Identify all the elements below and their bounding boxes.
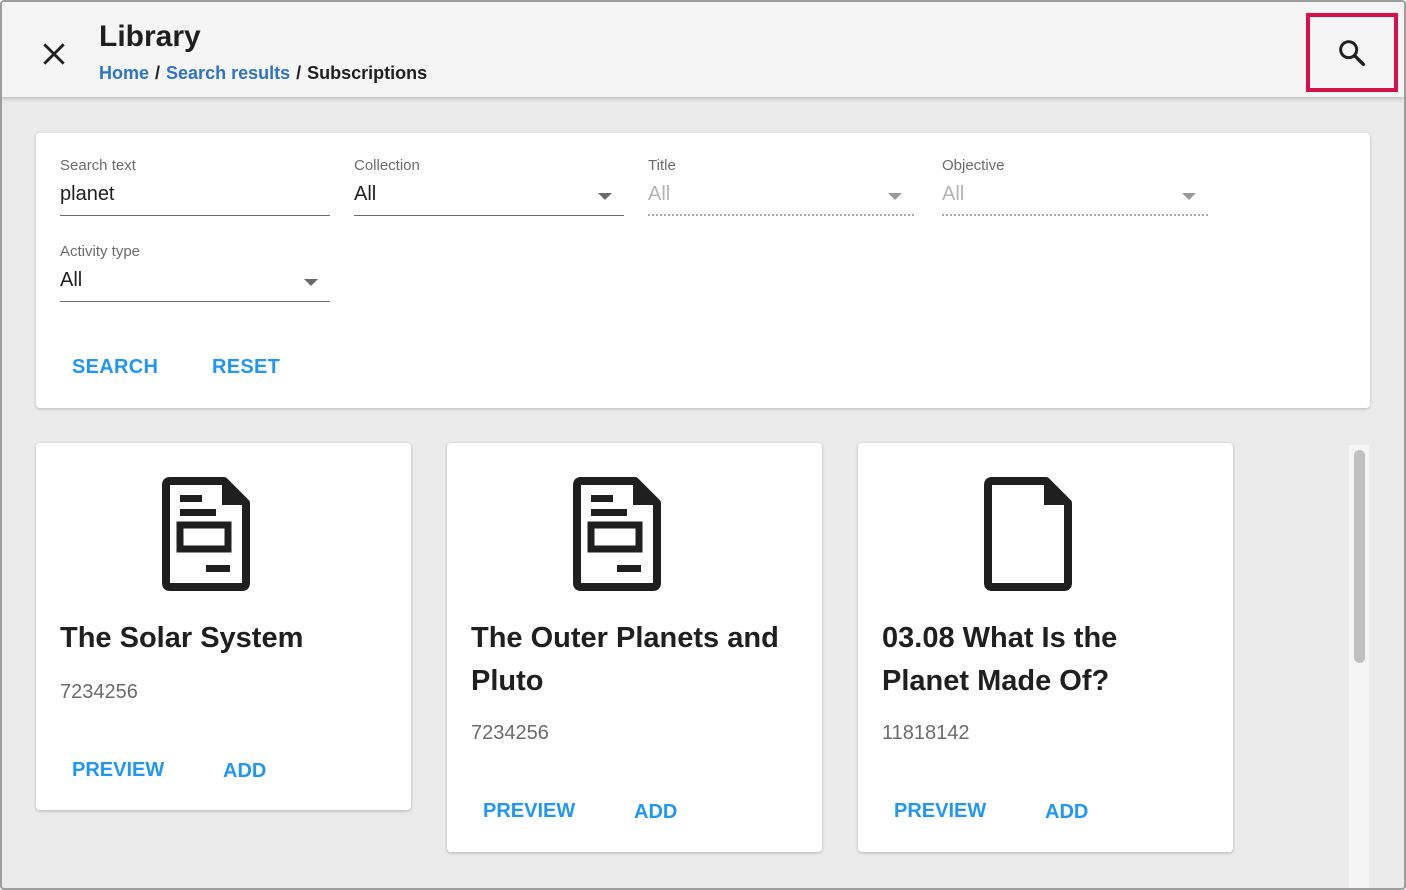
add-button[interactable]: ADD	[223, 760, 266, 783]
result-title[interactable]: The Solar System	[60, 617, 390, 660]
collection-value: All	[354, 183, 377, 205]
collection-label: Collection	[354, 157, 420, 174]
title-field: Title All	[648, 157, 914, 216]
search-text-label: Search text	[60, 157, 136, 174]
activity-type-select[interactable]: All	[60, 268, 330, 302]
search-icon	[1339, 39, 1366, 66]
preview-button[interactable]: PREVIEW	[894, 800, 986, 823]
add-button[interactable]: ADD	[634, 801, 677, 824]
result-id: 11818142	[882, 722, 970, 744]
breadcrumb-search-results-link[interactable]: Search results	[166, 63, 290, 84]
title-select: All	[648, 182, 914, 216]
preview-button[interactable]: PREVIEW	[72, 759, 164, 782]
dropdown-arrow-icon	[598, 193, 612, 200]
objective-value: All	[942, 183, 965, 205]
search-submit-button[interactable]: SEARCH	[72, 356, 158, 379]
activity-type-label: Activity type	[60, 243, 141, 260]
collection-field: Collection All	[354, 157, 624, 216]
dropdown-arrow-icon	[304, 279, 318, 286]
close-button[interactable]	[32, 32, 76, 76]
result-card: The Solar System 7234256 PREVIEW ADD	[36, 443, 411, 810]
add-button[interactable]: ADD	[1045, 801, 1088, 824]
top-app-bar: Library Home / Search results / Subscrip…	[2, 2, 1404, 98]
title-value: All	[648, 183, 671, 205]
document-lines-icon	[162, 477, 250, 591]
objective-select: All	[942, 182, 1208, 216]
result-id: 7234256	[471, 722, 549, 744]
objective-label: Objective	[942, 157, 1005, 174]
result-title[interactable]: 03.08 What Is the Planet Made Of?	[882, 617, 1212, 703]
activity-type-value: All	[60, 269, 83, 291]
result-card: 03.08 What Is the Planet Made Of? 118181…	[858, 443, 1233, 852]
library-window: Library Home / Search results / Subscrip…	[0, 0, 1406, 890]
result-title[interactable]: The Outer Planets and Pluto	[471, 617, 801, 703]
scrollbar-thumb[interactable]	[1354, 450, 1365, 663]
close-icon	[43, 43, 65, 65]
dropdown-arrow-icon	[1182, 193, 1196, 200]
activity-type-field: Activity type All	[60, 243, 330, 302]
reset-button[interactable]: RESET	[212, 356, 280, 379]
document-lines-icon	[573, 477, 661, 591]
objective-field: Objective All	[942, 157, 1208, 216]
search-text-field: Search text planet	[60, 157, 330, 216]
breadcrumb-home-link[interactable]: Home	[99, 63, 149, 84]
breadcrumb-separator: /	[155, 63, 161, 83]
breadcrumb: Home / Search results / Subscriptions	[99, 63, 427, 84]
document-blank-icon	[984, 477, 1072, 591]
result-card: The Outer Planets and Pluto 7234256 PREV…	[447, 443, 822, 852]
dropdown-arrow-icon	[888, 193, 902, 200]
title-label: Title	[648, 157, 676, 174]
result-id: 7234256	[60, 681, 138, 703]
search-button[interactable]	[1306, 13, 1398, 92]
breadcrumb-separator: /	[296, 63, 302, 83]
breadcrumb-current: Subscriptions	[307, 63, 428, 83]
search-text-input[interactable]: planet	[60, 182, 330, 216]
search-filters-card: Search text planet Collection All Title …	[36, 133, 1370, 408]
page-title: Library	[99, 20, 201, 53]
preview-button[interactable]: PREVIEW	[483, 800, 575, 823]
collection-select[interactable]: All	[354, 182, 624, 216]
